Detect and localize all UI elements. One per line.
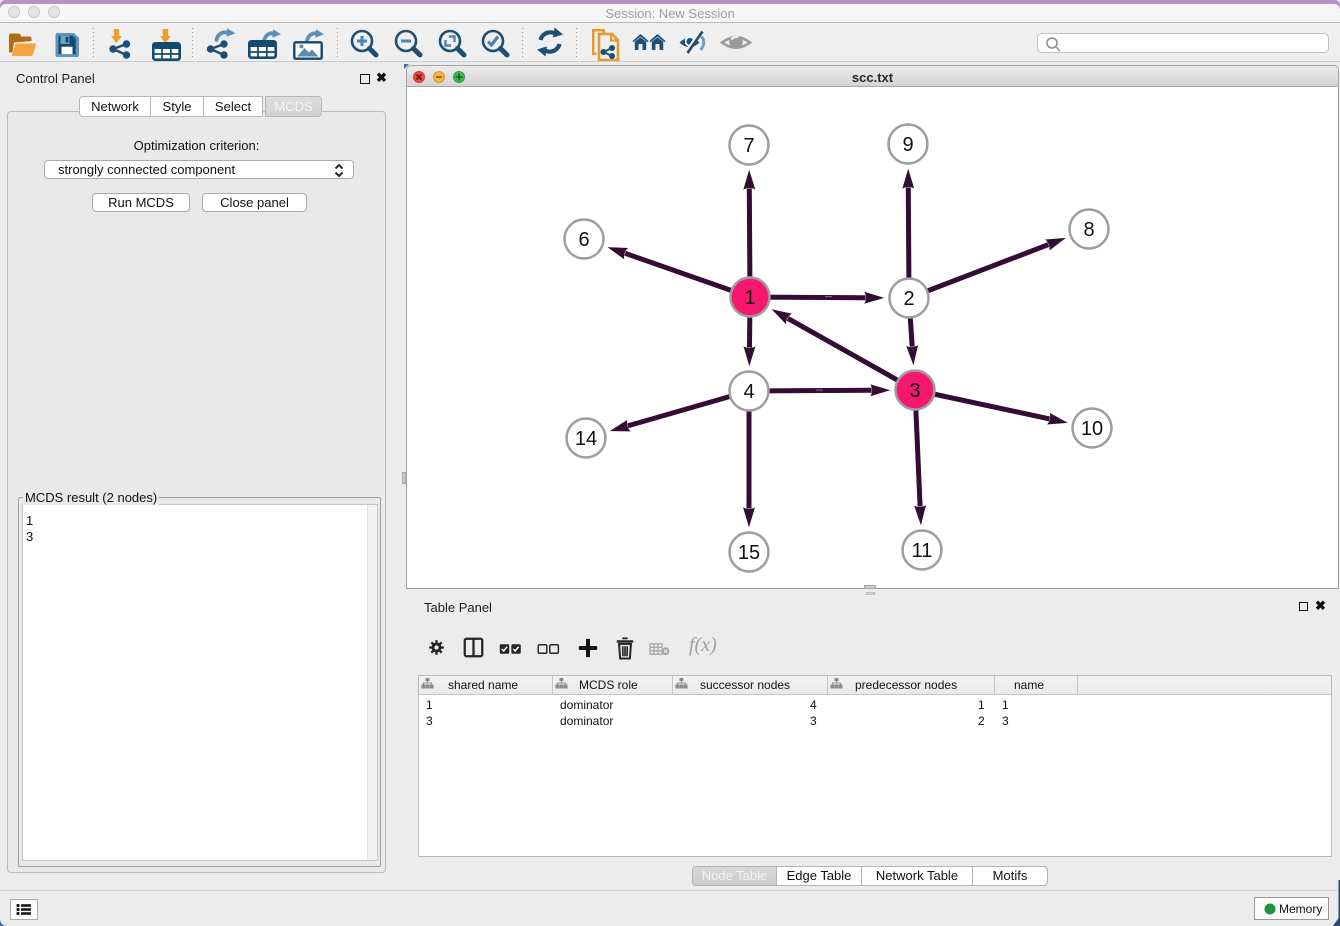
svg-text:6: 6 xyxy=(578,229,589,251)
svg-text:9: 9 xyxy=(902,134,913,156)
svg-text:4: 4 xyxy=(743,381,754,403)
svg-text:15: 15 xyxy=(738,542,760,564)
svg-text:2: 2 xyxy=(903,288,914,310)
svg-text:7: 7 xyxy=(743,135,754,157)
svg-text:11: 11 xyxy=(912,540,933,562)
svg-text:1: 1 xyxy=(744,287,755,309)
svg-text:3: 3 xyxy=(909,380,920,402)
svg-text:8: 8 xyxy=(1083,219,1094,241)
svg-text:10: 10 xyxy=(1081,418,1103,440)
svg-text:14: 14 xyxy=(575,428,597,450)
